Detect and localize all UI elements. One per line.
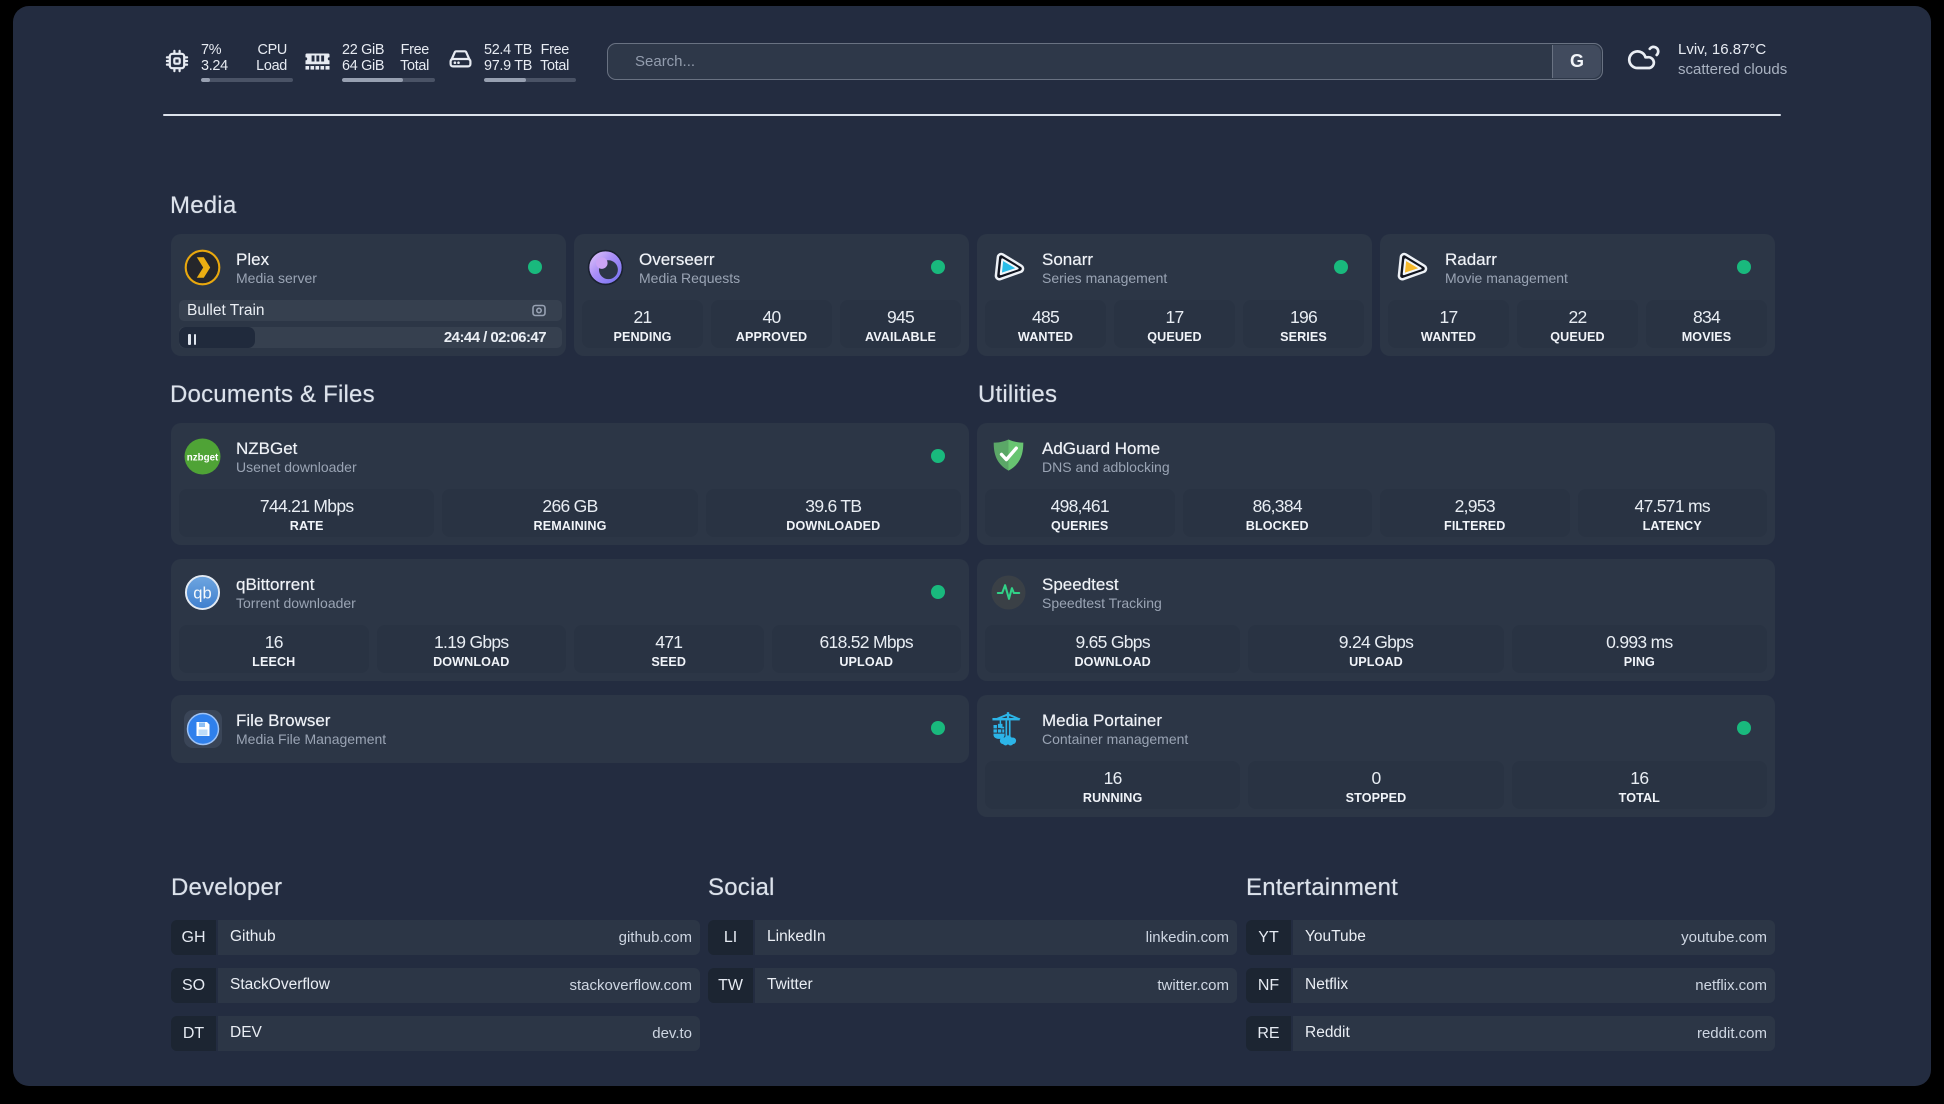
svg-text:nzbget: nzbget bbox=[187, 453, 219, 464]
svg-text:qb: qb bbox=[193, 583, 211, 602]
